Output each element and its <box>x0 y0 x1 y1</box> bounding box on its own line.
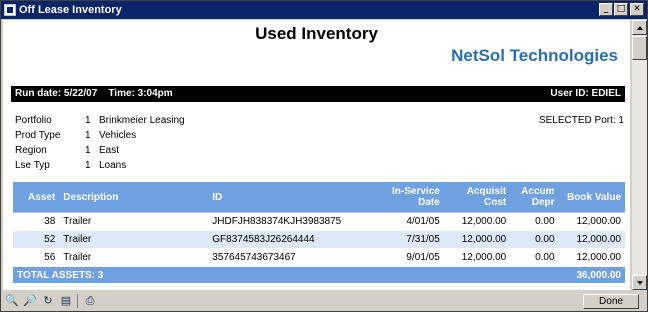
cell-depr: 0.00 <box>510 230 559 249</box>
cell-description: Trailer <box>59 212 209 231</box>
cell-book: 12,000.00 <box>558 230 625 249</box>
table-row[interactable]: 38 Trailer JHDFJH838374KJH3983875 4/01/0… <box>13 212 625 231</box>
user-id: User ID: EDIEL <box>550 88 621 99</box>
zoom-out-icon[interactable]: 🔍 <box>5 294 19 308</box>
print-icon[interactable]: ⎙ <box>83 294 97 308</box>
param-row: Prod Type 1 Vehicles <box>15 130 315 145</box>
col-header-asset: Asset <box>13 182 60 213</box>
selected-port: SELECTED Port: 1 <box>538 115 624 126</box>
cell-book: 12,000.00 <box>558 248 625 267</box>
print-preview-icon[interactable]: ▤ <box>59 294 73 308</box>
param-row: Region 1 East <box>15 145 315 160</box>
brand-logo: NetSol Technologies <box>451 46 618 65</box>
param-label: Lse Typ <box>15 160 50 171</box>
param-row: Lse Typ 1 Loans <box>15 160 315 175</box>
col-header-book-value: Book Value <box>558 182 625 213</box>
cell-asset: 56 <box>13 248 60 267</box>
cell-book: 12,000.00 <box>558 212 625 231</box>
scroll-up-button[interactable] <box>632 20 647 35</box>
refresh-icon[interactable]: ↻ <box>41 294 55 308</box>
inventory-table: Asset Description ID In-Service Date Acq… <box>13 182 625 284</box>
vertical-scrollbar[interactable] <box>632 20 647 290</box>
table-row[interactable]: 56 Trailer 357645743673467 9/01/05 12,00… <box>13 248 625 267</box>
report-window: Off Lease Inventory _ □ ✕ Used Inventory… <box>0 0 648 312</box>
toolbar-separator <box>77 294 78 308</box>
run-info-bar: Run date: 5/22/07 Time: 3:04pm User ID: … <box>11 86 625 102</box>
col-header-description: Description <box>59 182 209 213</box>
cell-description: Trailer <box>59 230 209 249</box>
window-title: Off Lease Inventory <box>19 4 122 16</box>
zoom-in-icon[interactable]: 🔎 <box>23 294 37 308</box>
run-date-time: Run date: 5/22/07 Time: 3:04pm <box>15 88 173 99</box>
report-content: Used Inventory NetSol Technologies Run d… <box>3 20 630 290</box>
table-footer-row: TOTAL ASSETS: 3 36,000.00 <box>13 266 625 284</box>
scroll-thumb[interactable] <box>632 36 647 60</box>
param-value: Loans <box>99 160 127 171</box>
col-header-acquisit-cost: Acquisit Cost <box>443 182 511 213</box>
col-header-in-service-date: In-Service Date <box>385 182 444 213</box>
cell-date: 9/01/05 <box>385 248 444 267</box>
cell-cost: 12,000.00 <box>443 230 511 249</box>
title-bar: Off Lease Inventory _ □ ✕ <box>1 1 647 19</box>
param-row: Portfolio 1 Brinkmeier Leasing <box>15 115 315 130</box>
param-number: 1 <box>85 115 91 126</box>
close-button[interactable]: ✕ <box>630 3 644 16</box>
arrow-down-icon <box>637 281 643 285</box>
cell-date: 4/01/05 <box>385 212 444 231</box>
table-row[interactable]: 52 Trailer GF8374583J26264444 7/31/05 12… <box>13 230 625 249</box>
table-header-row: Asset Description ID In-Service Date Acq… <box>13 182 625 213</box>
cell-depr: 0.00 <box>510 248 559 267</box>
report-title: Used Inventory <box>255 24 378 43</box>
cell-cost: 12,000.00 <box>443 212 511 231</box>
param-label: Portfolio <box>15 115 52 126</box>
maximize-button[interactable]: □ <box>614 3 628 16</box>
total-assets-label: TOTAL ASSETS: 3 <box>13 266 559 284</box>
param-number: 1 <box>85 145 91 156</box>
cell-depr: 0.00 <box>510 212 559 231</box>
cell-cost: 12,000.00 <box>443 248 511 267</box>
cell-id: GF8374583J26264444 <box>208 230 386 249</box>
cell-description: Trailer <box>59 248 209 267</box>
arrow-up-icon <box>637 26 643 30</box>
app-icon <box>4 4 16 16</box>
status-bar: 🔍 🔎 ↻ ▤ ⎙ Done <box>1 291 647 311</box>
col-header-id: ID <box>208 182 386 213</box>
col-header-accum-depr: Accum Depr <box>510 182 559 213</box>
scroll-down-button[interactable] <box>632 275 647 290</box>
report-parameters: Portfolio 1 Brinkmeier Leasing Prod Type… <box>15 115 315 175</box>
param-label: Region <box>15 145 47 156</box>
minimize-button[interactable]: _ <box>599 3 613 16</box>
param-number: 1 <box>85 130 91 141</box>
cell-asset: 52 <box>13 230 60 249</box>
param-label: Prod Type <box>15 130 61 141</box>
param-number: 1 <box>85 160 91 171</box>
total-book-value: 36,000.00 <box>558 266 625 284</box>
cell-asset: 38 <box>13 212 60 231</box>
param-value: East <box>99 145 120 156</box>
param-value: Brinkmeier Leasing <box>99 115 185 126</box>
cell-id: 357645743673467 <box>208 248 386 267</box>
cell-date: 7/31/05 <box>385 230 444 249</box>
cell-id: JHDFJH838374KJH3983875 <box>208 212 386 231</box>
param-value: Vehicles <box>99 130 137 141</box>
done-button[interactable]: Done <box>583 294 639 309</box>
